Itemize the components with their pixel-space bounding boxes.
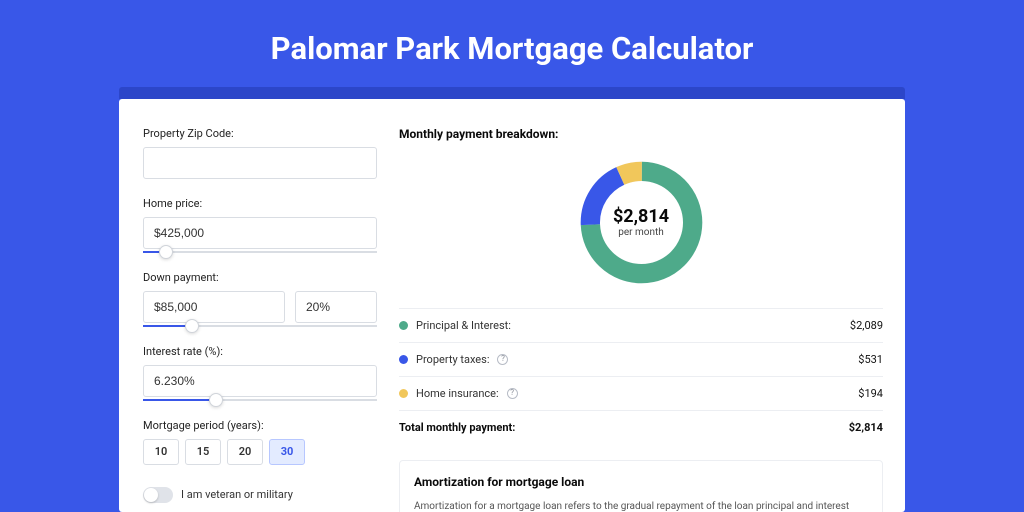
veteran-label: I am veteran or military (181, 488, 293, 501)
legend-dot (399, 321, 408, 330)
card-shadow (119, 87, 905, 99)
legend-label: Home insurance: (416, 387, 499, 400)
zip-input[interactable] (143, 147, 377, 179)
donut-center: $2,814 per month (574, 155, 709, 290)
veteran-toggle[interactable] (143, 487, 173, 503)
rate-label: Interest rate (%): (143, 345, 377, 358)
total-label: Total monthly payment: (399, 421, 515, 434)
price-slider[interactable] (143, 251, 377, 253)
period-btn-20[interactable]: 20 (227, 439, 263, 465)
breakdown-panel: Monthly payment breakdown: $2,814 per mo… (399, 99, 905, 512)
donut-wrap: $2,814 per month (399, 155, 883, 290)
legend-dot (399, 355, 408, 364)
rate-input[interactable] (143, 365, 377, 397)
period-field: Mortgage period (years): 10152030 (143, 419, 377, 465)
legend-value: $531 (858, 353, 883, 366)
amort-title: Amortization for mortgage loan (414, 475, 868, 489)
price-slider-thumb[interactable] (159, 245, 173, 259)
legend-row: Property taxes:? $531 (399, 343, 883, 377)
toggle-knob (144, 488, 158, 502)
period-label: Mortgage period (years): (143, 419, 377, 432)
period-options: 10152030 (143, 439, 377, 465)
legend-row: Home insurance:? $194 (399, 377, 883, 411)
info-icon[interactable]: ? (497, 354, 508, 365)
period-btn-30[interactable]: 30 (269, 439, 305, 465)
amortization-box: Amortization for mortgage loan Amortizat… (399, 460, 883, 512)
breakdown-heading: Monthly payment breakdown: (399, 127, 883, 141)
form-panel: Property Zip Code: Home price: Down paym… (119, 99, 399, 512)
legend-dot (399, 389, 408, 398)
down-slider-thumb[interactable] (185, 319, 199, 333)
legend-row: Principal & Interest: $2,089 (399, 309, 883, 343)
legend-label: Principal & Interest: (416, 319, 511, 332)
legend-label: Property taxes: (416, 353, 489, 366)
rate-slider-thumb[interactable] (209, 393, 223, 407)
rate-field: Interest rate (%): (143, 345, 377, 401)
page-title: Palomar Park Mortgage Calculator (271, 30, 754, 67)
total-value: $2,814 (849, 421, 883, 434)
price-input[interactable] (143, 217, 377, 249)
rate-slider[interactable] (143, 399, 377, 401)
price-field: Home price: (143, 197, 377, 253)
down-label: Down payment: (143, 271, 377, 284)
down-pct-input[interactable] (295, 291, 377, 323)
period-btn-10[interactable]: 10 (143, 439, 179, 465)
donut-chart: $2,814 per month (574, 155, 709, 290)
legend: Principal & Interest: $2,089 Property taxe… (399, 308, 883, 444)
legend-row-total: Total monthly payment: $2,814 (399, 411, 883, 444)
price-label: Home price: (143, 197, 377, 210)
down-field: Down payment: (143, 271, 377, 327)
legend-value: $2,089 (850, 319, 883, 332)
amort-text: Amortization for a mortgage loan refers … (414, 499, 868, 512)
down-slider[interactable] (143, 325, 377, 327)
zip-label: Property Zip Code: (143, 127, 377, 140)
donut-amount: $2,814 (613, 206, 669, 227)
donut-sub: per month (618, 227, 664, 238)
veteran-row: I am veteran or military (143, 487, 377, 503)
info-icon[interactable]: ? (507, 388, 518, 399)
zip-field: Property Zip Code: (143, 127, 377, 179)
legend-value: $194 (858, 387, 883, 400)
down-input[interactable] (143, 291, 285, 323)
calculator-card: Property Zip Code: Home price: Down paym… (119, 99, 905, 512)
period-btn-15[interactable]: 15 (185, 439, 221, 465)
